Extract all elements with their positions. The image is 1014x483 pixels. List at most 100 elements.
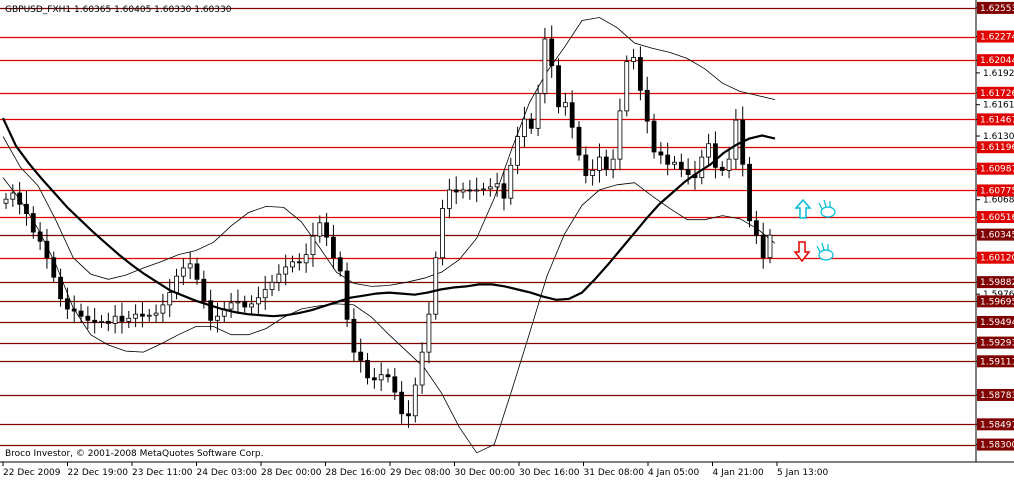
candle-body (331, 236, 336, 259)
candle-body (453, 189, 459, 193)
candle-body (255, 297, 261, 305)
candle-body (303, 254, 309, 264)
candle-body (556, 65, 561, 108)
candle-body (528, 118, 534, 129)
candle-body (494, 183, 500, 188)
candle-body (617, 110, 623, 160)
candle-body (78, 310, 84, 317)
candle-body (215, 315, 220, 321)
time-tick-label: 30 Dec 16:00 (519, 468, 580, 478)
time-tick-label: 30 Dec 00:00 (455, 468, 516, 478)
candle-body (99, 320, 104, 323)
level-tag-label: 1.58783 (980, 391, 1014, 401)
candle-body (133, 313, 139, 319)
time-tick-label: 24 Dec 03:00 (197, 468, 258, 478)
candle-body (501, 183, 507, 199)
candle-body (392, 376, 398, 393)
candle-body (310, 235, 316, 256)
candle-body (753, 220, 759, 236)
symbol-header: GBPUSD_FXH1 1.60365 1.60405 1.60330 1.60… (5, 5, 232, 15)
level-tag-label: 1.61726 (980, 89, 1014, 99)
candle-body (235, 301, 241, 304)
candle-body (85, 315, 91, 321)
candle-body (426, 313, 432, 353)
time-tick-label: 29 Dec 08:00 (390, 468, 451, 478)
candle-body (324, 222, 330, 238)
candle-body (406, 413, 411, 417)
candle-body (522, 118, 527, 137)
candle-body (624, 61, 630, 112)
candle-body (228, 302, 234, 310)
candle-body (10, 192, 16, 200)
candle-body (569, 102, 575, 128)
candle-body (678, 161, 684, 170)
candle-body (283, 266, 289, 275)
candle-body (276, 273, 282, 283)
price-tick-label: 1.61305 (983, 132, 1014, 142)
time-tick-label: 28 Dec 16:00 (326, 468, 387, 478)
candle-body (542, 38, 548, 94)
candle-body (378, 374, 384, 381)
candle-body (290, 261, 295, 268)
level-tag-label: 1.60516 (980, 213, 1014, 223)
level-tag-label: 1.62553 (980, 4, 1014, 14)
level-tag-label: 1.59293 (980, 339, 1014, 349)
candle-body (508, 164, 514, 199)
candle-body (658, 151, 664, 156)
candle-body (603, 156, 609, 170)
candle-body (242, 301, 248, 308)
candle-body (685, 168, 691, 175)
candle-body (126, 317, 132, 322)
price-tick-label: 1.60685 (983, 196, 1014, 206)
candle-body (92, 319, 98, 323)
level-tag-label: 1.62044 (980, 56, 1014, 66)
candle-body (467, 189, 473, 192)
candle-body (590, 170, 596, 176)
level-tag-label: 1.61467 (980, 115, 1014, 125)
candle-body (631, 57, 636, 62)
candle-body (665, 154, 671, 165)
candle-body (535, 93, 541, 129)
candle-body (24, 203, 29, 214)
candle-body (481, 188, 486, 191)
candle-body (651, 120, 657, 153)
candle-body (174, 275, 179, 294)
candle-body (146, 314, 152, 317)
price-tick-label: 1.61920 (983, 69, 1014, 79)
candle-body (433, 257, 439, 315)
level-tag-label: 1.59882 (980, 278, 1014, 288)
candle-body (699, 156, 705, 179)
candle-body (105, 320, 111, 324)
level-tag-label: 1.60120 (980, 254, 1014, 264)
candle-body (446, 189, 452, 209)
candle-body (719, 166, 725, 171)
time-tick-label: 22 Dec 2009 (3, 468, 61, 478)
time-tick-label: 28 Dec 00:00 (261, 468, 322, 478)
candle-body (296, 261, 302, 264)
time-tick-label: 4 Jan 21:00 (713, 468, 765, 478)
level-tag-label: 1.58497 (980, 420, 1014, 430)
level-tag-label: 1.62274 (980, 33, 1014, 43)
candle-body (474, 189, 480, 192)
candle-body (713, 143, 718, 168)
candle-body (30, 213, 36, 233)
candle-body (767, 234, 773, 259)
time-tick-label: 23 Dec 11:00 (132, 468, 193, 478)
candle-body (549, 38, 555, 67)
candle-body (262, 289, 268, 299)
candle-body (119, 315, 125, 322)
candle-body (597, 156, 602, 171)
candle-body (208, 300, 214, 321)
candle-body (399, 391, 405, 415)
price-tick-label: 1.61610 (983, 101, 1014, 111)
chart-root: 1.619201.616101.613051.606851.59765 1.62… (0, 0, 1014, 479)
price-chart: 1.619201.616101.613051.606851.59765 1.62… (0, 0, 1014, 479)
candle-body (64, 298, 70, 310)
candle-body (419, 351, 425, 386)
candle-body (760, 234, 766, 259)
candle-body (747, 163, 752, 222)
candle-body (160, 304, 166, 314)
candle-body (371, 377, 377, 381)
candle-body (358, 351, 364, 361)
level-tag-label: 1.58300 (980, 441, 1014, 451)
